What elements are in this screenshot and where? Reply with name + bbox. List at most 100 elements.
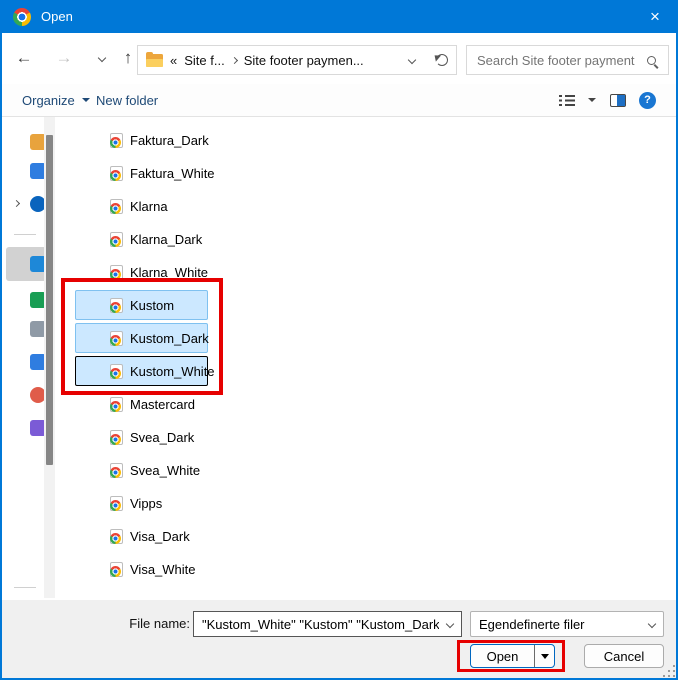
file-name-dropdown-icon[interactable] — [439, 612, 461, 636]
sidebar-scrollbar[interactable] — [44, 117, 55, 598]
search-input[interactable] — [475, 52, 641, 69]
close-icon[interactable]: × — [633, 0, 677, 33]
music-icon[interactable] — [30, 387, 44, 403]
organize-button[interactable]: Organize — [22, 84, 90, 116]
expand-chevron-icon[interactable] — [13, 200, 20, 207]
chrome-file-icon — [110, 199, 123, 214]
file-item[interactable]: Mastercard — [75, 389, 208, 419]
file-type-select[interactable]: Egendefinerte filer — [470, 611, 664, 637]
file-name: Kustom — [130, 298, 174, 313]
open-file-dialog: Open × ← → ↑ « Site f... Site footer pay… — [0, 0, 678, 680]
file-name: Visa_Dark — [130, 529, 190, 544]
forward-button[interactable]: → — [50, 44, 78, 72]
file-item[interactable]: Svea_White — [75, 455, 208, 485]
home-icon[interactable] — [30, 134, 44, 150]
file-name: Mastercard — [130, 397, 195, 412]
file-name: Svea_White — [130, 463, 200, 478]
divider — [14, 587, 36, 588]
refresh-icon[interactable] — [436, 54, 448, 66]
file-type-dropdown-icon — [641, 612, 663, 636]
documents-icon[interactable] — [30, 321, 44, 337]
downloads-icon[interactable] — [30, 292, 44, 308]
back-button[interactable]: ← — [10, 44, 38, 72]
navigation-bar: ← → ↑ « Site f... Site footer paymen... — [2, 33, 676, 84]
file-item[interactable]: Visa_White — [75, 554, 208, 584]
gallery-icon[interactable] — [30, 163, 44, 179]
address-dropdown-icon[interactable] — [408, 56, 416, 64]
search-icon[interactable] — [647, 56, 656, 65]
breadcrumb-collapsed[interactable]: « — [170, 53, 177, 68]
navigation-pane — [2, 117, 44, 598]
preview-pane-icon — [610, 94, 626, 107]
chrome-file-icon — [110, 331, 123, 346]
videos-icon[interactable] — [30, 420, 44, 436]
open-button[interactable]: Open — [470, 644, 555, 668]
file-name: Visa_White — [130, 562, 196, 577]
file-name: Faktura_White — [130, 166, 215, 181]
dialog-footer: File name: Egendefinerte filer Open Canc… — [2, 600, 676, 678]
file-type-value: Egendefinerte filer — [471, 617, 641, 632]
chrome-file-icon — [110, 133, 123, 148]
chrome-file-icon — [110, 496, 123, 511]
file-name: Kustom_Dark — [130, 331, 209, 346]
toolbar: Organize New folder ? — [2, 84, 676, 117]
file-item[interactable]: Faktura_White — [75, 158, 208, 188]
file-name-input[interactable] — [194, 617, 439, 632]
breadcrumb-item-current[interactable]: Site footer paymen... — [244, 53, 364, 68]
chrome-file-icon — [110, 562, 123, 577]
file-name: Klarna_Dark — [130, 232, 202, 247]
file-item[interactable]: Kustom — [75, 290, 208, 320]
window-title: Open — [41, 9, 73, 24]
file-item[interactable]: Faktura_Dark — [75, 125, 208, 155]
change-view-button[interactable] — [559, 84, 575, 116]
file-item[interactable]: Klarna_White — [75, 257, 208, 287]
file-item[interactable]: Vipps — [75, 488, 208, 518]
chrome-file-icon — [110, 364, 123, 379]
open-split-dropdown[interactable] — [534, 645, 554, 667]
breadcrumb: « Site f... Site footer paymen... — [137, 45, 457, 75]
new-folder-button[interactable]: New folder — [96, 84, 158, 116]
breadcrumb-separator-icon — [231, 56, 238, 63]
folder-icon — [146, 54, 163, 67]
file-list: Faktura_Dark Faktura_White Klarna Klarna_Da… — [55, 117, 676, 598]
titlebar: Open × — [0, 0, 678, 33]
file-item[interactable]: Visa_Dark — [75, 521, 208, 551]
file-name: Vipps — [130, 496, 162, 511]
chrome-file-icon — [110, 298, 123, 313]
file-name: Kustom_White — [130, 364, 215, 379]
file-item[interactable]: Kustom_White — [75, 356, 208, 386]
file-item[interactable]: Svea_Dark — [75, 422, 208, 452]
breadcrumb-item-root[interactable]: Site f... — [184, 53, 224, 68]
file-item[interactable]: Klarna — [75, 191, 208, 221]
search-box — [466, 45, 669, 75]
pictures-icon[interactable] — [30, 354, 44, 370]
chrome-file-icon — [110, 232, 123, 247]
divider — [14, 234, 36, 235]
chrome-file-icon — [110, 430, 123, 445]
file-name: Svea_Dark — [130, 430, 194, 445]
help-button[interactable]: ? — [639, 84, 656, 116]
file-name: Faktura_Dark — [130, 133, 209, 148]
onedrive-icon[interactable] — [30, 196, 44, 212]
chevron-down-icon — [541, 654, 549, 659]
file-name-combobox — [193, 611, 462, 637]
recent-locations-chevron-icon[interactable] — [88, 44, 116, 72]
help-icon: ? — [639, 92, 656, 109]
view-options-dropdown[interactable] — [588, 84, 596, 116]
chrome-file-icon — [110, 529, 123, 544]
file-name: Klarna_White — [130, 265, 208, 280]
scrollbar-thumb[interactable] — [46, 135, 53, 465]
file-item[interactable]: Klarna_Dark — [75, 224, 208, 254]
cancel-button[interactable]: Cancel — [584, 644, 664, 668]
preview-pane-button[interactable] — [610, 84, 626, 116]
chrome-icon — [13, 8, 31, 26]
chrome-file-icon — [110, 265, 123, 280]
resize-grip-icon[interactable] — [668, 670, 670, 672]
list-view-icon — [559, 94, 575, 106]
file-item[interactable]: Kustom_Dark — [75, 323, 208, 353]
desktop-icon[interactable] — [30, 256, 44, 272]
chrome-file-icon — [110, 166, 123, 181]
file-name: Klarna — [130, 199, 168, 214]
chrome-file-icon — [110, 463, 123, 478]
file-name-label: File name: — [60, 616, 190, 631]
